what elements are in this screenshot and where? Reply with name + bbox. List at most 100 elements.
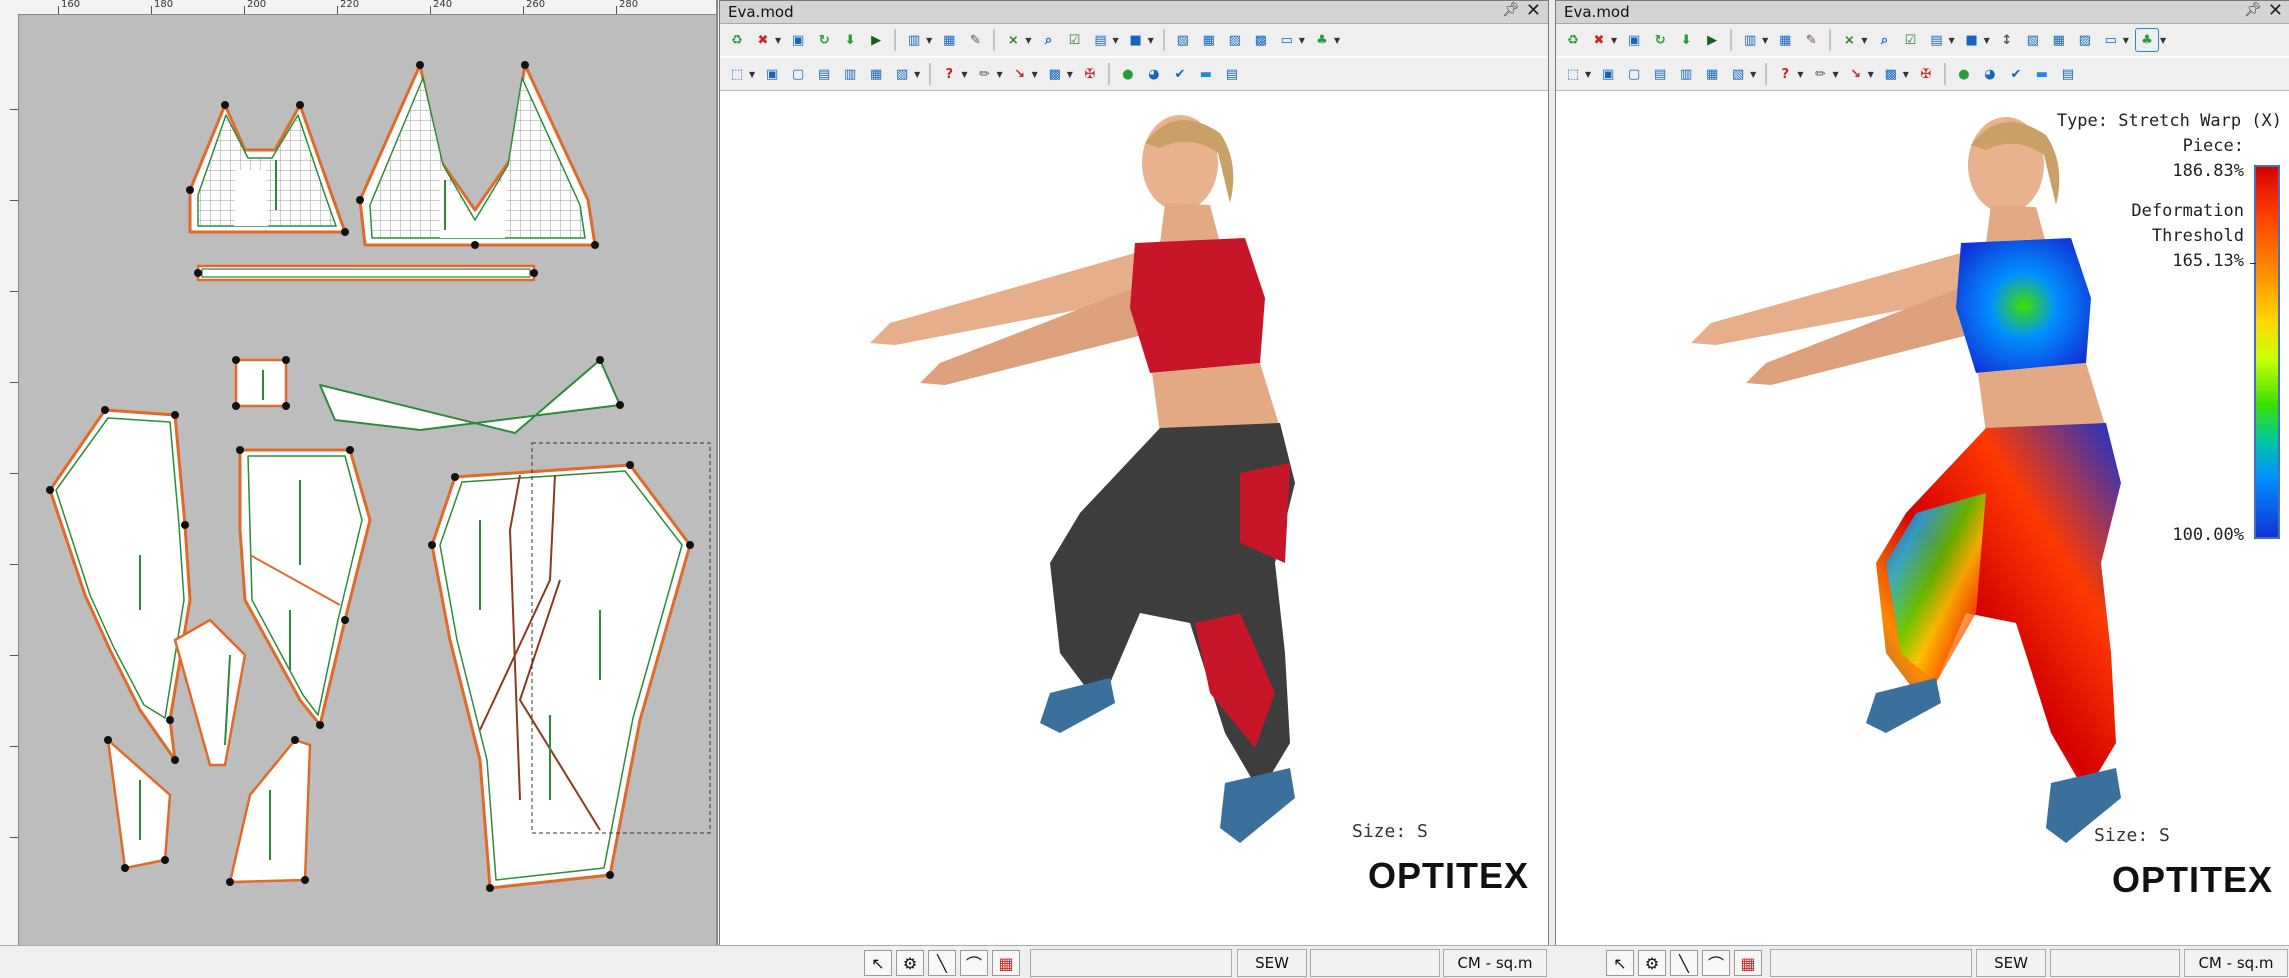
needle-icon[interactable]: ↘ [1009,63,1031,85]
pattern-piece-leg-right[interactable] [430,463,692,890]
pencil-icon[interactable]: ✏ [1809,63,1831,85]
pin-tool-icon[interactable]: ✠ [1079,63,1101,85]
render-icon[interactable]: ▤ [2057,63,2079,85]
layout-icon[interactable]: ▥ [903,29,925,51]
view-back-icon[interactable]: ▢ [1623,63,1645,85]
chevron-down-icon[interactable]: ▼ [1032,70,1038,79]
seam-tool-icon[interactable]: ╲ [928,950,956,976]
select-icon[interactable]: ⬚ [726,63,748,85]
pattern-piece-leg-left-inner[interactable] [173,618,247,767]
pin-icon[interactable]: 📌︎ [2244,2,2262,18]
grid-icon[interactable]: ▦ [1774,29,1796,51]
chevron-down-icon[interactable]: ▼ [1984,36,1990,45]
monitor-icon[interactable]: ▭ [2100,29,2122,51]
view-right-icon[interactable]: ▥ [839,63,861,85]
curve-tool-icon[interactable]: ⌒ [1702,950,1730,976]
chevron-down-icon[interactable]: ▼ [1112,36,1118,45]
chevron-down-icon[interactable]: ▼ [1797,70,1803,79]
view-top-icon[interactable]: ▦ [1701,63,1723,85]
view-front-icon[interactable]: ▣ [761,63,783,85]
sewing-machine-icon[interactable]: ⚙ [1638,950,1666,976]
view-bottom-icon[interactable]: ▧ [1727,63,1749,85]
background-icon[interactable]: ▬ [1195,63,1217,85]
chevron-down-icon[interactable]: ▼ [1611,36,1617,45]
chevron-down-icon[interactable]: ▼ [1148,36,1154,45]
shirt-icon[interactable]: ♣ [2134,28,2159,52]
needle-icon[interactable]: ↘ [1845,63,1867,85]
pattern-piece-waistband[interactable] [319,359,621,434]
grid-icon[interactable]: ▦ [938,29,960,51]
pattern-editor-panel[interactable]: 160 180 200 220 240 260 280 160 140 120 … [0,0,718,945]
refresh-icon[interactable]: ↻ [1649,29,1671,51]
collision-icon[interactable]: ▩ [1044,63,1066,85]
3d-canvas[interactable]: Type: Stretch Warp (X) Piece: 186.83% De… [1556,93,2289,946]
chevron-down-icon[interactable]: ▼ [1861,36,1867,45]
play-icon[interactable]: ▶ [1701,29,1723,51]
background-icon[interactable]: ▬ [2031,63,2053,85]
pattern-piece-bra-front[interactable] [358,63,597,247]
chevron-down-icon[interactable]: ▼ [1067,70,1073,79]
down-arrow-icon[interactable]: ⬇ [1675,29,1697,51]
3d-viewer-garment[interactable]: Eva.mod 📌︎ ✕ ♻ ✖ ▼ ▣ ↻ ⬇ ▶ ▥ ▼ ▦ ✎ ⨯ ▼ ⌕ ☑ … [719,0,1549,947]
chevron-down-icon[interactable]: ▼ [2123,36,2129,45]
chevron-down-icon[interactable]: ▼ [1868,70,1874,79]
pattern-piece-underband[interactable] [196,264,536,282]
scroll-arrows-icon[interactable]: ↕ [1996,29,2018,51]
chevron-down-icon[interactable]: ▼ [1334,36,1340,45]
view-bottom-icon[interactable]: ▧ [891,63,913,85]
pencil-icon[interactable]: ✏ [973,63,995,85]
avatar-icon[interactable]: ◕ [1143,63,1165,85]
view-left-icon[interactable]: ▤ [1649,63,1671,85]
chevron-down-icon[interactable]: ▼ [749,70,755,79]
check-icon[interactable]: ☑ [1899,29,1921,51]
select-icon[interactable]: ⬚ [1562,63,1584,85]
shirt-icon[interactable]: ♣ [1311,29,1333,51]
close-icon[interactable]: ✕ [2268,1,2283,21]
viewer-titlebar[interactable]: Eva.mod 📌︎ ✕ [1556,1,2289,24]
pattern-piece-bra-back[interactable] [188,103,347,234]
layout-icon[interactable]: ▥ [1739,29,1761,51]
table-icon[interactable]: ▦ [2048,29,2070,51]
chevron-down-icon[interactable]: ▼ [1762,36,1768,45]
measure-icon[interactable]: ▨ [2074,29,2096,51]
monitor-icon[interactable]: ▭ [1276,29,1298,51]
chevron-down-icon[interactable]: ▼ [1832,70,1838,79]
collision-icon[interactable]: ▩ [1880,63,1902,85]
brush-icon[interactable]: ✔ [1169,63,1191,85]
fabric-icon[interactable]: ▧ [2022,29,2044,51]
chevron-down-icon[interactable]: ▼ [996,70,1002,79]
ruler-tool-icon[interactable]: ↖ [864,950,892,976]
grading-icon[interactable]: ▦ [992,950,1020,976]
zoom-icon[interactable]: ⌕ [1037,29,1059,51]
render-icon[interactable]: ▤ [1221,63,1243,85]
avatar-icon[interactable]: ◕ [1979,63,2001,85]
sew-mode-indicator[interactable]: SEW [1976,949,2046,977]
help-icon[interactable]: ? [1774,63,1796,85]
drape-icon[interactable]: ▤ [1925,29,1947,51]
grading-icon[interactable]: ▦ [1734,950,1762,976]
refresh-icon[interactable]: ↻ [813,29,835,51]
axis-icon[interactable]: ⨯ [1838,29,1860,51]
units-indicator[interactable]: CM - sq.m [2184,949,2288,977]
chevron-down-icon[interactable]: ▼ [1299,36,1305,45]
pattern-canvas[interactable] [18,14,716,945]
sew-mode-indicator[interactable]: SEW [1237,949,1307,977]
chevron-down-icon[interactable]: ▼ [775,36,781,45]
pattern-piece-leg-left-panel[interactable] [238,448,372,727]
ruler-tool-icon[interactable]: ↖ [1606,950,1634,976]
view-top-icon[interactable]: ▦ [865,63,887,85]
chevron-down-icon[interactable]: ▼ [1585,70,1591,79]
table-icon[interactable]: ▦ [1198,29,1220,51]
chevron-down-icon[interactable]: ▼ [1025,36,1031,45]
chevron-down-icon[interactable]: ▼ [2160,36,2166,45]
sphere-icon[interactable]: ● [1953,63,1975,85]
view-right-icon[interactable]: ▥ [1675,63,1697,85]
viewer-titlebar[interactable]: Eva.mod 📌︎ ✕ [720,1,1548,24]
fabric-icon[interactable]: ▧ [1172,29,1194,51]
chevron-down-icon[interactable]: ▼ [1948,36,1954,45]
pattern-piece-leg-left-outer[interactable] [48,408,192,762]
measure-icon[interactable]: ▨ [1224,29,1246,51]
down-arrow-icon[interactable]: ⬇ [839,29,861,51]
chevron-down-icon[interactable]: ▼ [1903,70,1909,79]
view-front-icon[interactable]: ▣ [1597,63,1619,85]
